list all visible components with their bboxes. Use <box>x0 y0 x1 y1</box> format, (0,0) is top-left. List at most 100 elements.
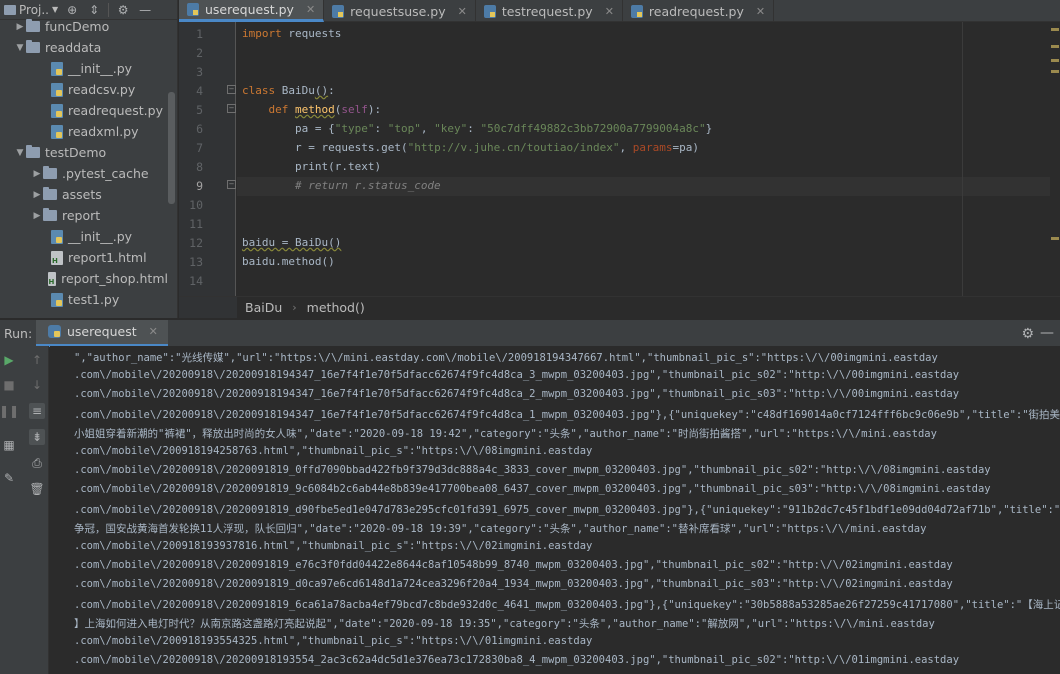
python-file-icon <box>51 229 63 244</box>
tree-item-init-py[interactable]: __init__.py <box>0 58 168 79</box>
line-number: 4 <box>196 84 203 98</box>
soft-wrap-icon[interactable]: ≡ <box>29 403 45 419</box>
editor-scrollbar[interactable] <box>1050 22 1060 296</box>
rerun-play-icon[interactable]: ▶ <box>1 352 17 368</box>
tree-item-assets[interactable]: ▶ assets <box>0 184 168 205</box>
code-editor[interactable]: import requests class BaiDu(): def metho… <box>237 22 1050 296</box>
console-output-line: 】上海如何进入电灯时代？从南京路这盏路灯亮起说起","date":"2020-0… <box>74 618 935 630</box>
line-number: 11 <box>189 217 203 231</box>
tree-item-pytest-cache[interactable]: ▶ .pytest_cache <box>0 163 168 184</box>
scroll-down-arrow-icon[interactable]: ↓ <box>29 377 45 393</box>
chevron-down-icon[interactable]: ▼ <box>14 148 26 158</box>
tree-item-label: report <box>62 208 101 223</box>
error-stripe-marker[interactable] <box>1051 28 1059 31</box>
tree-item-readcsv-py[interactable]: readcsv.py <box>0 79 168 100</box>
project-scrollbar[interactable] <box>168 92 175 204</box>
tab-requestsuse-py[interactable]: requestsuse.py ✕ <box>324 0 476 22</box>
console-output-line: .com\/mobile\/20200918\/20200918194347_1… <box>74 369 960 381</box>
console-output-line: .com\/mobile\/200918194258763.html","thu… <box>74 445 593 457</box>
tree-item-readxml-py[interactable]: readxml.py <box>0 121 168 142</box>
scroll-to-end-icon[interactable]: ⇟ <box>29 429 45 445</box>
ide-top-area: Proj.. ▼ ⊕ ⇕ ⚙ — ▶ funcDemo ▼ readdata __ini… <box>0 0 1060 318</box>
error-stripe-marker[interactable] <box>1051 70 1059 73</box>
fold-marker[interactable]: − <box>227 104 236 113</box>
chevron-right-icon[interactable]: ▶ <box>31 190 43 200</box>
error-stripe-marker[interactable] <box>1051 45 1059 48</box>
run-panel-header: Run: userequest ✕ ⚙ — <box>0 319 1060 347</box>
breadcrumb-separator-icon: › <box>292 301 297 314</box>
run-tab-userequest[interactable]: userequest ✕ <box>36 319 168 347</box>
gear-icon[interactable]: ⚙ <box>1021 326 1034 342</box>
code-line-12: baidu = BaiDu() <box>242 236 342 249</box>
error-stripe-marker[interactable] <box>1051 59 1059 62</box>
right-margin-guide <box>962 22 963 296</box>
tree-item-init-py[interactable]: __init__.py <box>0 226 168 247</box>
tree-item-report1-html[interactable]: report1.html <box>0 247 168 268</box>
tree-item-label: readxml.py <box>68 124 139 139</box>
python-file-icon <box>51 292 63 307</box>
tree-item-funcdemo[interactable]: ▶ funcDemo <box>0 16 168 37</box>
fold-marker[interactable]: − <box>227 85 236 94</box>
python-file-icon <box>51 82 63 97</box>
python-file-icon <box>51 103 63 118</box>
pause-icon[interactable]: ❚❚ <box>0 403 19 419</box>
tree-item-label: readcsv.py <box>68 82 136 97</box>
tab-testrequest-py[interactable]: testrequest.py ✕ <box>476 0 623 22</box>
code-line-5: def method(self): <box>268 103 382 116</box>
tab-label: requestsuse.py <box>350 3 446 19</box>
line-number: 9 <box>196 179 203 193</box>
editor-tab-bar: userequest.py ✕ requestsuse.py ✕ testrequest… <box>179 0 1060 22</box>
line-number: 6 <box>196 122 203 136</box>
hide-minus-icon[interactable]: — <box>1040 325 1054 341</box>
chevron-down-icon: ▼ <box>52 5 59 14</box>
console-output-line: .com\/mobile\/20200918\/2020091819_6ca61… <box>74 599 1060 611</box>
console-output-line: .com\/mobile\/20200918\/2020091819_d0ca9… <box>74 578 953 590</box>
scroll-up-arrow-icon[interactable]: ↑ <box>29 352 45 368</box>
folder-icon <box>26 40 40 53</box>
run-console-output[interactable]: ","author_name":"光线传媒","url":"https:\/\/… <box>50 346 1060 674</box>
tab-label: readrequest.py <box>648 3 744 19</box>
line-number: 12 <box>189 236 203 250</box>
console-output-line: ","author_name":"光线传媒","url":"https:\/\/… <box>74 352 938 364</box>
console-output-line: .com\/mobile\/20200918\/20200918194347_1… <box>74 409 1060 421</box>
layout-icon[interactable]: ▦ <box>1 437 17 453</box>
chevron-right-icon[interactable]: ▶ <box>31 211 43 221</box>
print-icon[interactable]: ⎙ <box>29 455 45 471</box>
close-icon[interactable]: ✕ <box>306 3 315 16</box>
line-number: 10 <box>189 198 203 212</box>
console-output-line: .com\/mobile\/20200918\/2020091819_9c608… <box>74 483 991 495</box>
run-toolbar: ▶ ↑ ■ ↓ ❚❚ ≡ ⇟ ▦ ⎙ ✎ 🗑 <box>0 346 49 674</box>
tree-item-report-shop-html[interactable]: report_shop.html <box>0 268 168 289</box>
python-file-icon <box>332 4 345 18</box>
close-icon[interactable]: ✕ <box>458 5 467 18</box>
tree-item-test1-py[interactable]: test1.py <box>0 289 168 310</box>
chevron-right-icon[interactable]: ▶ <box>31 169 43 179</box>
tab-readrequest-py[interactable]: readrequest.py ✕ <box>623 0 775 22</box>
close-icon[interactable]: ✕ <box>149 325 158 338</box>
pin-icon[interactable]: ✎ <box>1 470 17 486</box>
header-divider <box>108 2 110 17</box>
code-line-6: pa = {"type": "top", "key": "50c7dff4988… <box>294 122 713 135</box>
close-icon[interactable]: ✕ <box>756 5 765 18</box>
breadcrumb-class[interactable]: BaiDu <box>245 300 282 315</box>
tree-item-label: __init__.py <box>68 229 133 244</box>
project-tree: ▶ funcDemo ▼ readdata __init__.py readcsv.py r… <box>0 16 168 310</box>
project-view-dropdown[interactable]: Proj.. ▼ <box>4 3 58 17</box>
breadcrumb-method[interactable]: method() <box>307 300 365 315</box>
stop-icon[interactable]: ■ <box>1 377 17 393</box>
trash-icon[interactable]: 🗑 <box>29 481 45 497</box>
error-stripe-marker[interactable] <box>1051 237 1059 240</box>
fold-marker[interactable]: − <box>227 180 236 189</box>
html-file-icon <box>51 250 63 265</box>
close-icon[interactable]: ✕ <box>605 5 614 18</box>
tree-item-testdemo[interactable]: ▼ testDemo <box>0 142 168 163</box>
python-file-icon <box>630 4 643 18</box>
tree-item-label: assets <box>62 187 102 202</box>
tree-item-readrequest-py[interactable]: readrequest.py <box>0 100 168 121</box>
chevron-right-icon[interactable]: ▶ <box>14 22 26 32</box>
tree-item-report[interactable]: ▶ report <box>0 205 168 226</box>
tree-item-readdata[interactable]: ▼ readdata <box>0 37 168 58</box>
tab-userequest-py[interactable]: userequest.py ✕ <box>179 0 325 22</box>
console-output-line: .com\/mobile\/200918193554325.html","thu… <box>74 635 593 647</box>
chevron-down-icon[interactable]: ▼ <box>14 43 26 53</box>
